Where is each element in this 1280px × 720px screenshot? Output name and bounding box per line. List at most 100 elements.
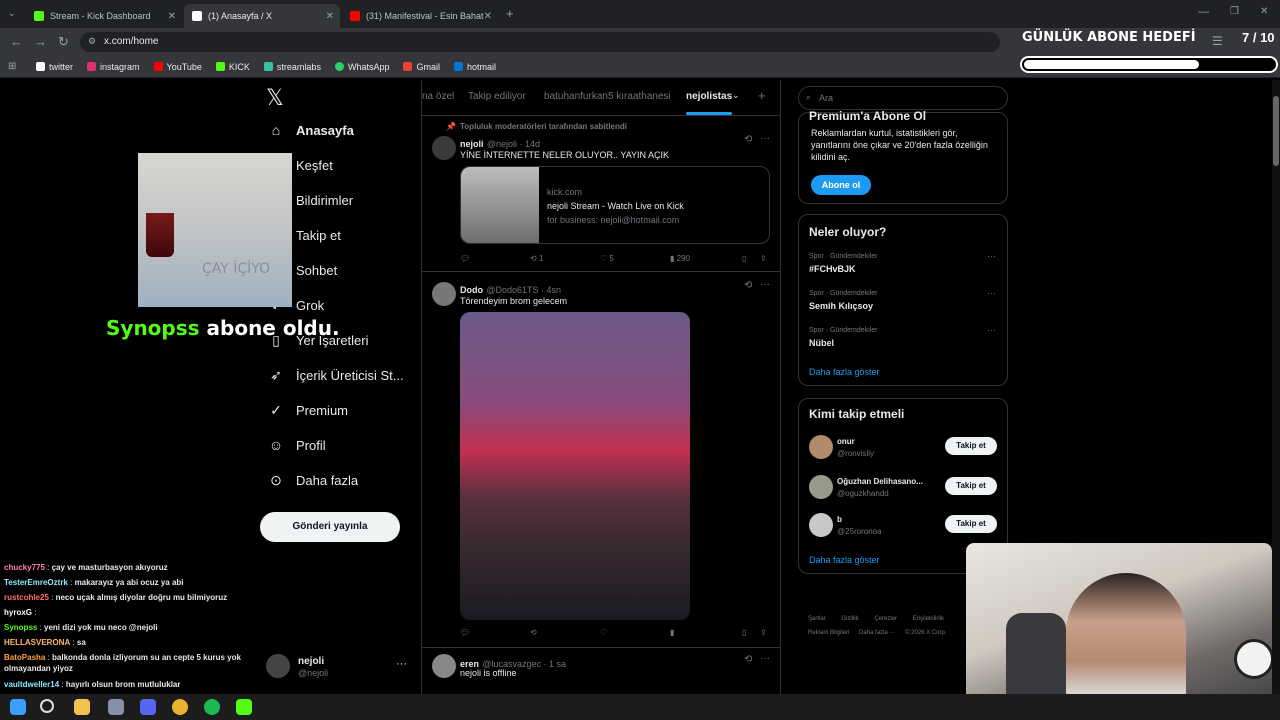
chat-username[interactable]: rustcohle25: [4, 593, 49, 602]
link-card[interactable]: kick.com nejoli Stream - Watch Live on K…: [460, 166, 770, 244]
close-icon[interactable]: ✕: [326, 11, 334, 22]
reply-icon[interactable]: 💬︎: [460, 254, 470, 263]
close-icon[interactable]: ✕: [484, 11, 492, 22]
back-icon[interactable]: ←: [10, 34, 23, 49]
bookmark-instagram[interactable]: instagram: [87, 62, 140, 72]
like-icon[interactable]: ♡: [600, 628, 607, 637]
grok-icon[interactable]: ⟲: [744, 654, 752, 665]
more-icon[interactable]: ···: [987, 288, 996, 298]
footer-link[interactable]: Çerezler: [874, 616, 897, 622]
bookmark-kick[interactable]: KICK: [215, 62, 250, 72]
scrollbar-thumb[interactable]: [1273, 96, 1279, 166]
bookmark-whatsapp[interactable]: WhatsApp: [334, 62, 389, 72]
tab-special[interactable]: na özel: [422, 91, 454, 102]
tweet[interactable]: Dodo @Dodo61TS · 4sn ⟲ ··· Törendeyim br…: [422, 272, 780, 648]
tweet-handle[interactable]: @Dodo61TS · 4sn: [486, 285, 561, 295]
post-button[interactable]: Gönderi yayınla: [260, 512, 400, 542]
subscribe-button[interactable]: Abone ol: [811, 175, 871, 195]
follow-button[interactable]: Takip et: [945, 515, 997, 533]
tweet-handle[interactable]: @nejoli · 14d: [487, 139, 540, 149]
reply-icon[interactable]: 💬︎: [460, 628, 470, 637]
file-explorer-icon[interactable]: [74, 699, 90, 715]
tweet-media[interactable]: [460, 312, 690, 620]
tweet-author[interactable]: Dodo: [460, 285, 483, 295]
more-icon[interactable]: ···: [987, 251, 996, 261]
footer-link[interactable]: Şartlar: [808, 616, 826, 622]
more-icon[interactable]: ···: [987, 325, 996, 335]
kick-app-icon[interactable]: [236, 699, 252, 715]
share-icon[interactable]: ⇪: [760, 628, 767, 637]
nav-item-1[interactable]: ⌂ Anasayfa: [268, 122, 354, 138]
repost-button[interactable]: ⟲ 1: [530, 254, 543, 263]
nav-item-11[interactable]: ⊙ Daha fazla: [268, 472, 358, 489]
footer-link[interactable]: Daha fazla ···: [859, 630, 895, 636]
x-logo-icon[interactable]: 𝕏: [266, 86, 284, 111]
search-input[interactable]: ⌕ Ara: [798, 86, 1008, 110]
bookmark-icon[interactable]: ▯: [742, 628, 746, 637]
more-icon[interactable]: ···: [760, 133, 770, 144]
chat-username[interactable]: Synopss: [4, 623, 37, 632]
nav-item-10[interactable]: ☺ Profil: [268, 437, 326, 453]
chat-username[interactable]: hyroxG: [4, 608, 32, 617]
url-input[interactable]: ⚙ x.com/home: [80, 32, 1000, 52]
menu-icon[interactable]: ☰: [1212, 34, 1223, 48]
more-icon[interactable]: ···: [760, 653, 770, 664]
tab-x-home[interactable]: (1) Anasayfa / X ✕: [184, 4, 340, 28]
app-icon[interactable]: [108, 699, 124, 715]
new-tab-icon[interactable]: +: [506, 6, 514, 21]
chat-username[interactable]: vaultdweller14: [4, 680, 59, 689]
tweet[interactable]: 📌 Topluluk moderatörleri tarafından sabi…: [422, 116, 780, 272]
bookmark-icon[interactable]: ▯: [742, 254, 746, 263]
trends-show-more[interactable]: Daha fazla göster: [809, 367, 880, 377]
chat-username[interactable]: TesterEmreOztrk: [4, 578, 68, 587]
chrome-icon[interactable]: [172, 699, 188, 715]
forward-icon[interactable]: →: [34, 34, 47, 49]
tab-youtube[interactable]: (31) Manifestival - Esin Bahat I... ✕: [342, 4, 498, 28]
nav-item-9[interactable]: ✓ Premium: [268, 402, 348, 419]
page-scrollbar[interactable]: [1272, 80, 1280, 694]
share-icon[interactable]: ⇪: [760, 254, 767, 263]
close-icon[interactable]: ✕: [168, 11, 176, 22]
like-button[interactable]: ♡ 5: [600, 254, 614, 263]
footer-link[interactable]: Gizlilik: [841, 616, 858, 622]
avatar[interactable]: [432, 654, 456, 678]
bookmark-twitter[interactable]: twitter: [36, 62, 73, 72]
maximize-icon[interactable]: ❐: [1230, 6, 1239, 17]
footer-link[interactable]: Reklam Bilgileri: [808, 630, 849, 636]
tab-search-icon[interactable]: ⌄: [8, 8, 16, 19]
more-icon[interactable]: ···: [396, 658, 407, 670]
tab-community[interactable]: batuhanfurkan5 kıraathanesi: [544, 91, 671, 102]
avatar[interactable]: [432, 136, 456, 160]
window-close-icon[interactable]: ✕: [1260, 6, 1268, 17]
views-icon[interactable]: ▮: [670, 628, 674, 637]
apps-icon[interactable]: ⊞: [8, 61, 16, 72]
search-icon[interactable]: [40, 699, 54, 713]
tab-kick-dashboard[interactable]: Stream - Kick Dashboard ✕: [26, 4, 182, 28]
follow-button[interactable]: Takip et: [945, 477, 997, 495]
minimize-icon[interactable]: —: [1198, 6, 1209, 18]
views-button[interactable]: ▮ 290: [670, 254, 690, 263]
windows-start-icon[interactable]: [10, 699, 26, 715]
reload-icon[interactable]: ↻: [58, 34, 69, 50]
bookmark-gmail[interactable]: Gmail: [403, 62, 440, 72]
grok-icon[interactable]: ⟲: [744, 280, 752, 291]
chat-username[interactable]: HELLASVERONA: [4, 638, 70, 647]
bookmark-hotmail[interactable]: hotmail: [453, 62, 496, 72]
who-show-more[interactable]: Daha fazla göster: [809, 555, 880, 565]
tab-nejolistas[interactable]: nejolistas: [686, 91, 732, 102]
bookmark-streamlabs[interactable]: streamlabs: [263, 62, 321, 72]
spotify-icon[interactable]: [204, 699, 220, 715]
tweet-author[interactable]: nejoli: [460, 139, 484, 149]
tab-following[interactable]: Takip ediliyor: [468, 91, 526, 102]
discord-icon[interactable]: [140, 699, 156, 715]
more-icon[interactable]: ···: [760, 279, 770, 290]
site-info-icon[interactable]: ⚙: [88, 36, 96, 47]
follow-button[interactable]: Takip et: [945, 437, 997, 455]
bookmark-youtube[interactable]: YouTube: [153, 62, 202, 72]
account-switcher[interactable]: nejoli @nejoli ···: [266, 654, 416, 682]
add-tab-icon[interactable]: +: [758, 88, 766, 103]
repost-icon[interactable]: ⟲: [530, 628, 537, 637]
chat-username[interactable]: chucky775: [4, 563, 45, 572]
footer-link[interactable]: Erişilebilirlik: [913, 616, 944, 622]
grok-icon[interactable]: ⟲: [744, 134, 752, 145]
